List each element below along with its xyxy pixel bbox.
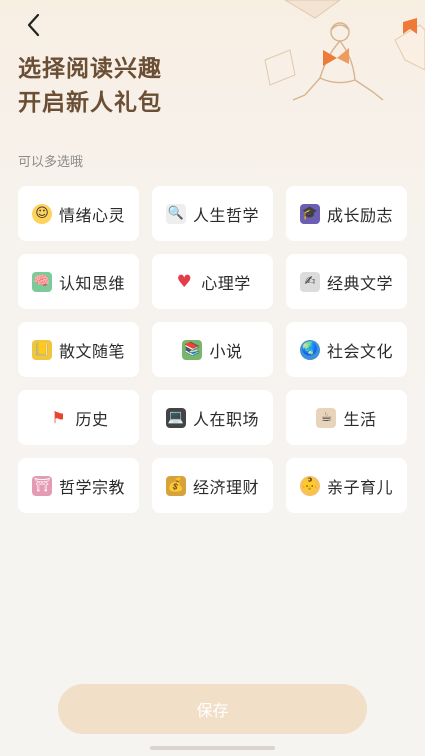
chevron-left-icon (27, 13, 40, 37)
title-line-1: 选择阅读兴趣 (18, 55, 162, 82)
interest-chip-life-philosophy[interactable]: 🔍 人生哲学 (152, 186, 273, 241)
book-stack-icon: 📚 (182, 339, 203, 360)
interest-label: 社会文化 (326, 341, 393, 361)
magnifier-icon: 🔍 (165, 203, 186, 224)
interest-chip-finance[interactable]: 💰 经济理财 (152, 458, 273, 513)
interest-chip-philosophy-religion[interactable]: ⛩ 哲学宗教 (18, 458, 139, 513)
interest-label: 生活 (343, 409, 377, 429)
heart-icon: ♥ (176, 271, 192, 292)
graduation-cap-icon: 🎓 (299, 203, 320, 224)
interest-chip-growth[interactable]: 🎓 成长励志 (286, 186, 407, 241)
interest-chip-life[interactable]: ☕ 生活 (286, 390, 407, 445)
child-face-icon: 👶 (299, 475, 320, 496)
interest-label: 人在职场 (192, 409, 259, 429)
interest-label: 亲子育儿 (326, 477, 393, 497)
interest-label: 历史 (75, 409, 109, 429)
coffee-cup-icon: ☕ (316, 407, 337, 428)
home-indicator (150, 746, 275, 750)
money-bag-icon: 💰 (165, 475, 186, 496)
interest-label: 情绪心灵 (58, 205, 125, 225)
interest-label: 人生哲学 (192, 205, 259, 225)
reading-person-illustration (264, 0, 425, 101)
notebook-icon: 📒 (31, 339, 52, 360)
interest-label: 心理学 (201, 273, 251, 293)
interest-label: 成长励志 (326, 205, 393, 225)
interest-chip-society-culture[interactable]: 🌏 社会文化 (286, 322, 407, 377)
back-button[interactable] (18, 10, 48, 40)
interest-chip-parenting[interactable]: 👶 亲子育儿 (286, 458, 407, 513)
interest-chip-psychology[interactable]: ♥ 心理学 (152, 254, 273, 309)
flag-icon: ⚑ (51, 408, 66, 427)
brain-icon: 🧠 (31, 271, 52, 292)
temple-icon: ⛩ (31, 475, 52, 496)
interest-label: 哲学宗教 (58, 477, 125, 497)
globe-icon: 🌏 (299, 339, 320, 360)
interest-chip-workplace[interactable]: 💻 人在职场 (152, 390, 273, 445)
interest-chip-classic-literature[interactable]: ✍ 经典文学 (286, 254, 407, 309)
interest-label: 经济理财 (192, 477, 259, 497)
interest-chip-essays[interactable]: 📒 散文随笔 (18, 322, 139, 377)
title-line-2: 开启新人礼包 (18, 89, 162, 116)
interest-label: 散文随笔 (58, 341, 125, 361)
laptop-icon: 💻 (165, 407, 186, 428)
interest-grid: ☺ 情绪心灵 🔍 人生哲学 🎓 成长励志 🧠 认知思维 ♥ 心理学 ✍ 经典文学… (18, 186, 407, 513)
interest-label: 认知思维 (58, 273, 125, 293)
interest-label: 经典文学 (326, 273, 393, 293)
multi-select-hint: 可以多选哦 (18, 155, 84, 170)
interest-chip-novels[interactable]: 📚 小说 (152, 322, 273, 377)
interest-label: 小说 (209, 341, 243, 361)
interest-chip-history[interactable]: ⚑ 历史 (18, 390, 139, 445)
page-title: 选择阅读兴趣 开启新人礼包 (18, 52, 162, 120)
smiling-face-icon: ☺ (31, 203, 52, 224)
interest-chip-cognition[interactable]: 🧠 认知思维 (18, 254, 139, 309)
interest-chip-emotion[interactable]: ☺ 情绪心灵 (18, 186, 139, 241)
save-button[interactable]: 保存 (58, 684, 367, 734)
writing-hand-icon: ✍ (299, 271, 320, 292)
